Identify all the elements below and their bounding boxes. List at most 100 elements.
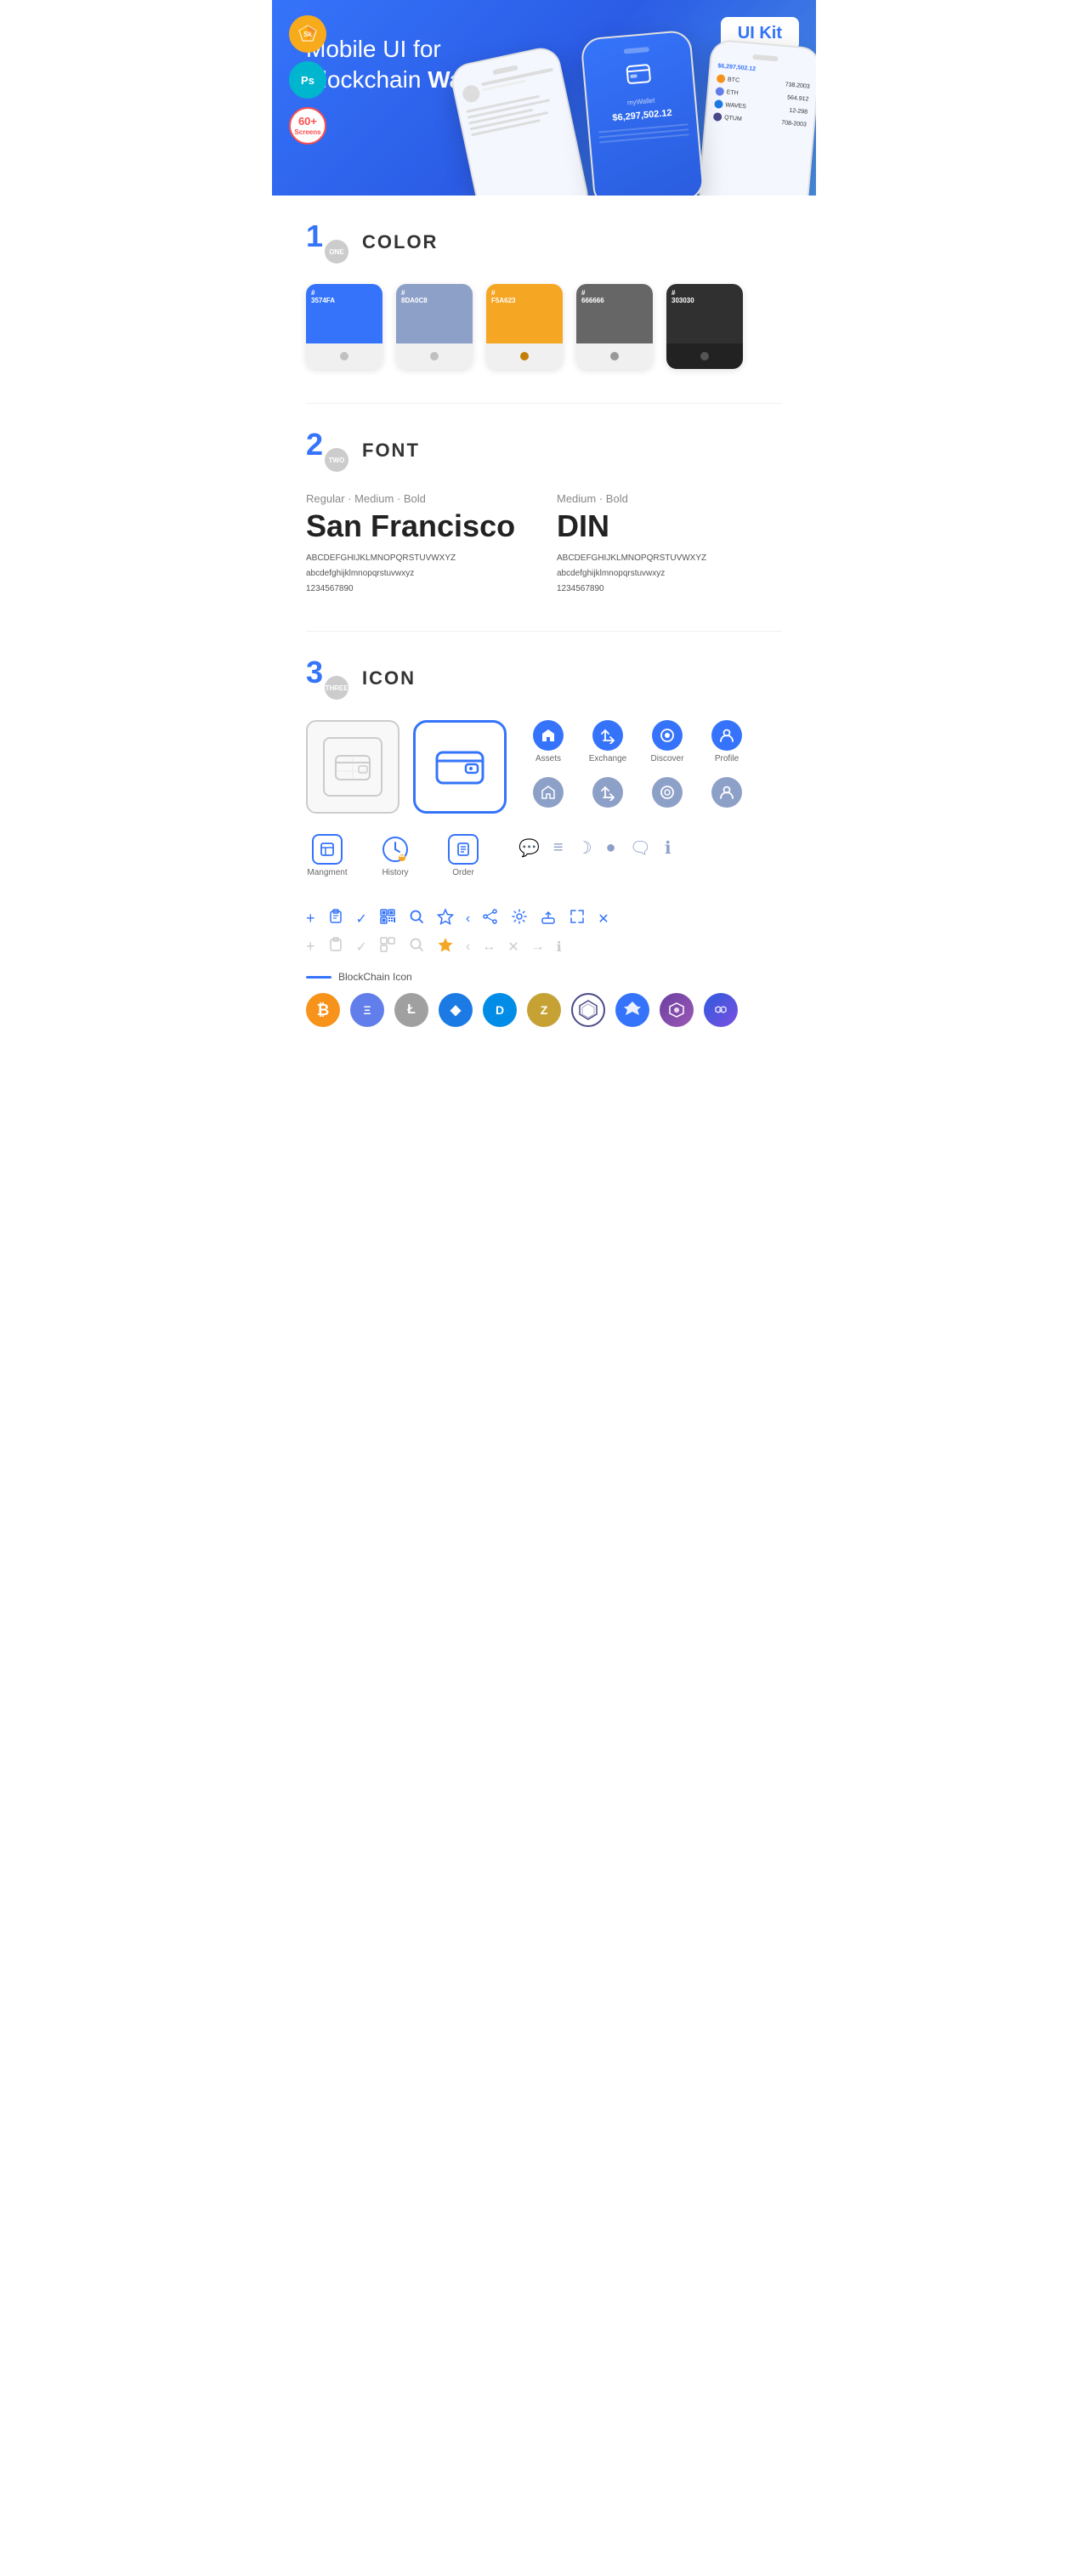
arrows-icon-gray: ↔	[482, 939, 496, 955]
exchange-outline-icon	[592, 777, 623, 808]
chevron-left-icon: ‹	[466, 911, 470, 927]
named-icons-row: Mangment H	[306, 834, 484, 877]
resize-icon	[569, 908, 586, 929]
icon-section-header: 3 THREE ICON	[306, 657, 782, 700]
qtum-icon	[660, 993, 694, 1027]
sf-numbers: 1234567890	[306, 582, 531, 597]
action-icons-colored: + ✓	[306, 908, 782, 929]
color-section: 1 ONE COLOR #3574FA #8DA0C8 #F5A623	[306, 221, 782, 369]
discover-outline-icon	[652, 777, 683, 808]
exchange-icon	[592, 720, 623, 751]
font-section-title: FONT	[362, 440, 420, 462]
color-section-header: 1 ONE COLOR	[306, 221, 782, 264]
chevron-left-icon-gray: ‹	[466, 939, 470, 955]
info-icon: ℹ	[665, 837, 672, 859]
font-din: Medium · Bold DIN ABCDEFGHIJKLMNOPQRSTUV…	[557, 492, 782, 597]
color-swatch-orange: #F5A623	[486, 284, 563, 369]
clipboard-icon-gray	[327, 936, 344, 957]
sketch-badge: Sk	[289, 15, 326, 53]
qr-icon-gray	[379, 936, 396, 957]
discover-icon	[652, 720, 683, 751]
assets-icon	[533, 720, 564, 751]
icon-exchange: Exchange	[586, 720, 629, 763]
din-numbers: 1234567890	[557, 582, 782, 597]
icon-assets-outline	[527, 777, 570, 808]
crypto-icons-row: ₿ Ξ Ł ◆ D Z	[306, 993, 782, 1027]
plus-icon-gray: +	[306, 938, 315, 956]
circle-icon: ●	[606, 838, 616, 858]
font-sf: Regular · Medium · Bold San Francisco AB…	[306, 492, 531, 597]
icon-order: Order	[442, 834, 484, 877]
screens-badge: 60+ Screens	[289, 107, 326, 145]
upload-icon	[540, 908, 557, 929]
chat-icon: 🗨	[630, 837, 651, 859]
icon-discover: Discover	[646, 720, 688, 763]
ltc-icon: Ł	[394, 993, 428, 1027]
icon-history: History	[374, 834, 416, 877]
din-uppercase: ABCDEFGHIJKLMNOPQRSTUVWXYZ	[557, 551, 782, 566]
order-icon	[448, 834, 479, 865]
net-icon	[571, 993, 605, 1027]
hero-badges: Sk Ps 60+ Screens	[289, 15, 326, 145]
waves-icon: ◆	[439, 993, 473, 1027]
moon-icon: ☽	[577, 837, 592, 859]
main-content: 1 ONE COLOR #3574FA #8DA0C8 #F5A623	[272, 196, 816, 1087]
color-swatches-container: #3574FA #8DA0C8 #F5A623 #666666	[306, 284, 782, 369]
font-section: 2 TWO FONT Regular · Medium · Bold San F…	[306, 429, 782, 597]
color-swatch-slate: #8DA0C8	[396, 284, 473, 369]
star-icon	[437, 908, 454, 929]
wallet-icon-wireframe	[306, 720, 400, 814]
eth-icon: Ξ	[350, 993, 384, 1027]
zec-icon: Z	[527, 993, 561, 1027]
btc-icon: ₿	[306, 993, 340, 1027]
message-icon: 💬	[518, 837, 540, 859]
history-icon	[380, 834, 411, 865]
management-icon	[312, 834, 343, 865]
hero-section: Mobile UI for Blockchain Wallet UI Kit S…	[272, 0, 816, 196]
phone-mockup-2: myWallet $6,297,502.12	[580, 30, 705, 196]
star-icon-active	[437, 936, 454, 957]
search-icon	[408, 908, 425, 929]
phone-mockup-1	[448, 44, 592, 196]
icon-assets: Assets	[527, 720, 570, 763]
icon-section: 3 THREE ICON	[306, 657, 782, 1027]
blockchain-line	[306, 976, 332, 979]
plus-icon: +	[306, 910, 315, 928]
qr-icon	[379, 908, 396, 929]
icon-profile-outline	[706, 777, 748, 808]
icon-exchange-outline	[586, 777, 629, 808]
font-grid: Regular · Medium · Bold San Francisco AB…	[306, 492, 782, 597]
wallet-icon-colored	[413, 720, 507, 814]
close-icon: ✕	[598, 911, 609, 928]
profile-icon	[711, 720, 742, 751]
phone-mockup-3: $6,297,502.12 BTC 738.2003 ETH	[697, 39, 816, 196]
svg-text:Sk: Sk	[303, 31, 312, 38]
color-section-title: COLOR	[362, 231, 438, 253]
font-section-header: 2 TWO FONT	[306, 429, 782, 472]
icon-management: Mangment	[306, 834, 348, 877]
info-icon-gray: ℹ	[557, 939, 562, 956]
sf-uppercase: ABCDEFGHIJKLMNOPQRSTUVWXYZ	[306, 551, 531, 566]
din-lowercase: abcdefghijklmnopqrstuvwxyz	[557, 566, 782, 582]
check-icon: ✓	[356, 911, 367, 928]
color-swatch-dark: #303030	[666, 284, 743, 369]
color-swatch-gray: #666666	[576, 284, 653, 369]
action-icons-gray: + ✓	[306, 936, 782, 957]
ps-badge: Ps	[289, 61, 326, 99]
matic-icon	[704, 993, 738, 1027]
icon-discover-outline	[646, 777, 688, 808]
dash-icon: D	[483, 993, 517, 1027]
check-icon-gray: ✓	[356, 939, 367, 956]
color-section-number: 1 ONE	[306, 221, 348, 264]
profile-outline-icon	[711, 777, 742, 808]
font-section-number: 2 TWO	[306, 429, 348, 472]
icon-profile: Profile	[706, 720, 748, 763]
ark-icon	[615, 993, 649, 1027]
forward-icon-gray: →	[531, 939, 545, 955]
stack-icon: ≡	[553, 838, 564, 858]
color-swatch-blue: #3574FA	[306, 284, 382, 369]
assets-outline-icon	[533, 777, 564, 808]
share-icon	[482, 908, 499, 929]
icon-section-title: ICON	[362, 667, 416, 689]
settings-icon	[511, 908, 528, 929]
